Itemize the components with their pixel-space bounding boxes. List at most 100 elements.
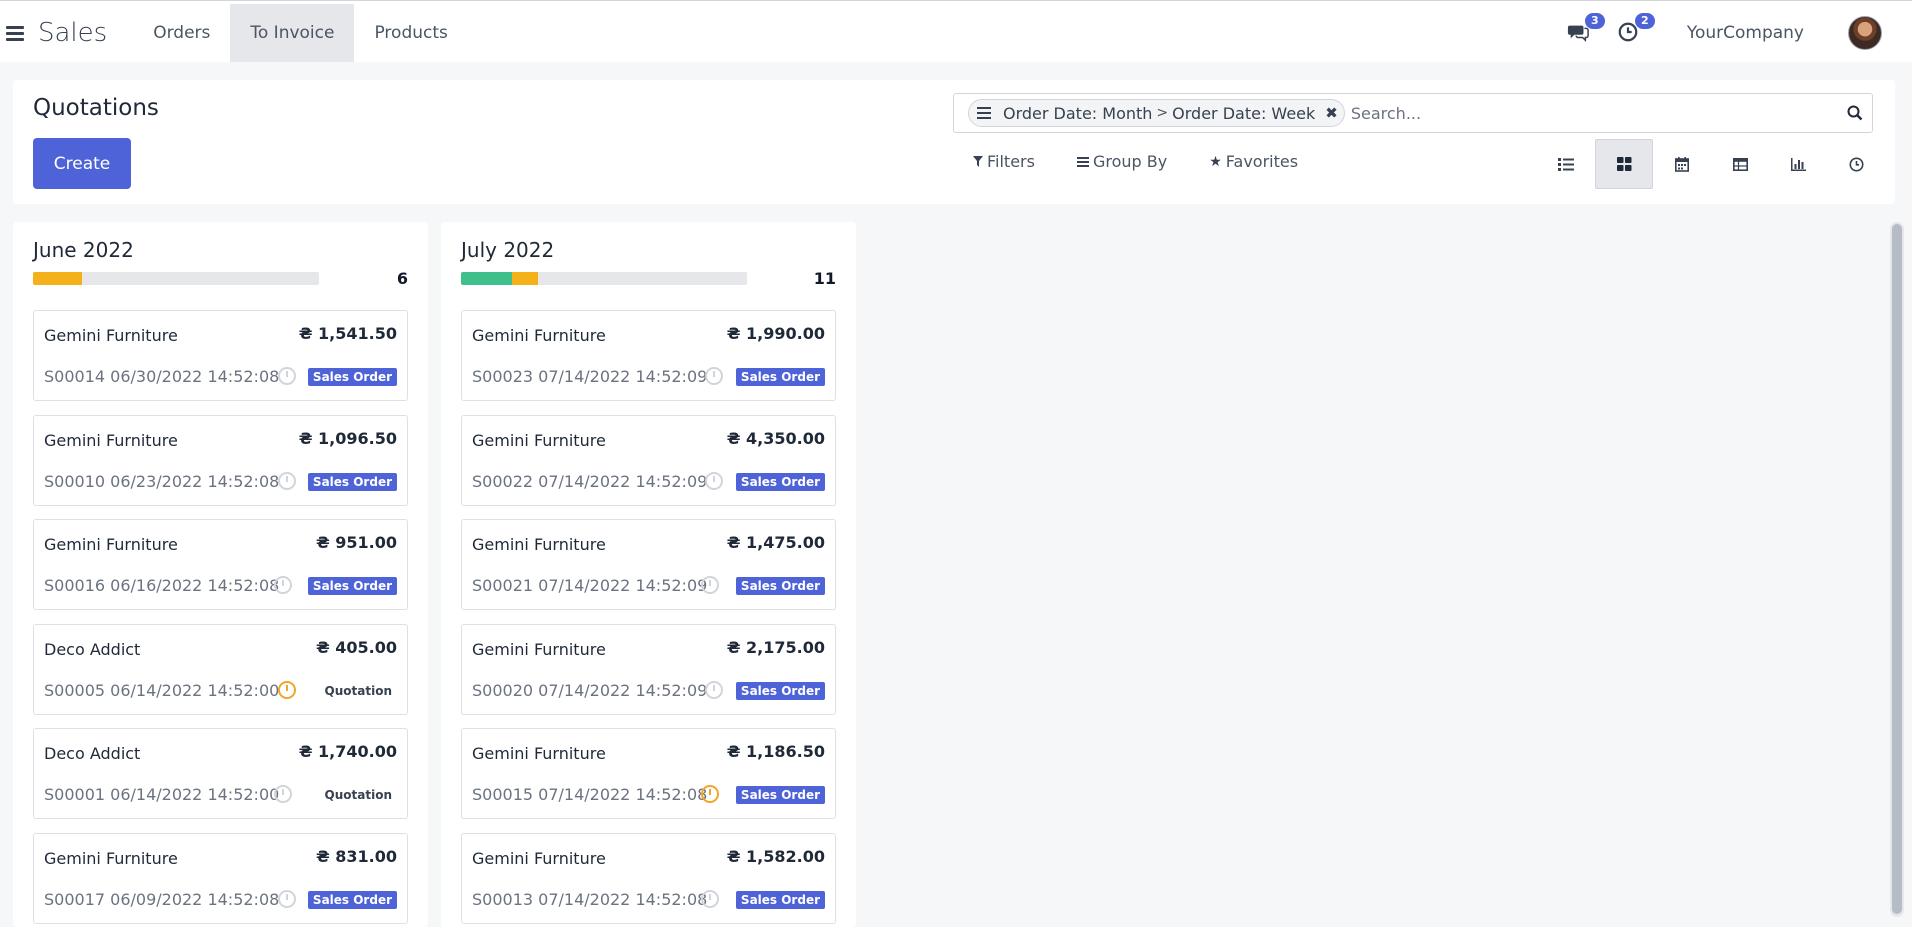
- group-by-button[interactable]: Group By: [1076, 152, 1168, 171]
- column-title[interactable]: June 2022: [33, 238, 134, 262]
- favorites-button[interactable]: ★ Favorites: [1209, 152, 1298, 171]
- card-reference: S00020 07/14/2022 14:52:09: [472, 681, 708, 700]
- activity-clock-icon[interactable]: [278, 367, 296, 385]
- activity-clock-icon[interactable]: [701, 576, 719, 594]
- kanban-card[interactable]: Gemini Furniture ₴ 1,186.50 S00015 07/14…: [461, 728, 836, 819]
- kanban-card[interactable]: Gemini Furniture ₴ 4,350.00 S00022 07/14…: [461, 415, 836, 506]
- card-reference: S00005 06/14/2022 14:52:00: [44, 681, 280, 700]
- kanban-card[interactable]: Deco Addict ₴ 405.00 S00005 06/14/2022 1…: [33, 624, 408, 715]
- calendar-view-icon: [1675, 156, 1689, 172]
- search-icon[interactable]: [1838, 96, 1872, 130]
- activity-view-icon: [1849, 157, 1863, 171]
- card-partner: Gemini Furniture: [44, 535, 178, 554]
- activity-clock-icon[interactable]: [701, 785, 719, 803]
- graph-view-button[interactable]: [1769, 139, 1827, 189]
- card-reference: S00023 07/14/2022 14:52:09: [472, 367, 708, 386]
- kanban-card[interactable]: Gemini Furniture ₴ 1,990.00 S00023 07/14…: [461, 310, 836, 401]
- search-input[interactable]: [1350, 103, 1838, 123]
- activity-clock-icon[interactable]: [705, 681, 723, 699]
- group-by-icon: [1076, 156, 1089, 167]
- progress-segment-green[interactable]: [461, 272, 513, 285]
- card-reference: S00016 06/16/2022 14:52:08: [44, 576, 280, 595]
- search-options: Filters Group By ★ Favorites: [973, 152, 1298, 171]
- list-view-icon: [1558, 157, 1574, 171]
- filter-icon: [973, 156, 983, 167]
- facet-remove-icon[interactable]: ✖: [1325, 104, 1338, 122]
- messages-button[interactable]: 3: [1567, 13, 1605, 45]
- activity-clock-icon[interactable]: [278, 681, 296, 699]
- activity-clock-icon[interactable]: [274, 576, 292, 594]
- kanban-card[interactable]: Gemini Furniture ₴ 1,541.50 S00014 06/30…: [33, 310, 408, 401]
- group-by-label: Group By: [1092, 152, 1168, 171]
- search-bar: Order Date: Month > Order Date: Week ✖: [953, 93, 1873, 133]
- card-amount: ₴ 1,990.00: [726, 324, 825, 343]
- kanban-card[interactable]: Gemini Furniture ₴ 2,175.00 S00020 07/14…: [461, 624, 836, 715]
- card-amount: ₴ 405.00: [315, 638, 397, 657]
- kanban-column-june: June 2022 6 Gemini Furniture ₴ 1,541.50 …: [13, 222, 428, 927]
- column-progressbar[interactable]: [461, 272, 747, 285]
- card-reference: S00014 06/30/2022 14:52:08: [44, 367, 280, 386]
- kanban-card[interactable]: Gemini Furniture ₴ 831.00 S00017 06/09/2…: [33, 833, 408, 924]
- activity-clock-icon[interactable]: [705, 367, 723, 385]
- card-amount: ₴ 1,582.00: [726, 847, 825, 866]
- column-count: 6: [396, 269, 408, 288]
- kanban-view-button[interactable]: [1595, 139, 1653, 189]
- column-count: 11: [813, 269, 836, 288]
- list-view-button[interactable]: [1537, 139, 1595, 189]
- groupby-facet-icon: [977, 107, 991, 119]
- card-partner: Gemini Furniture: [472, 535, 606, 554]
- activities-count-badge: 2: [1634, 13, 1655, 29]
- card-reference: S00022 07/14/2022 14:52:09: [472, 472, 708, 491]
- view-switcher: [1537, 139, 1885, 189]
- kanban-card[interactable]: Gemini Furniture ₴ 1,096.50 S00010 06/23…: [33, 415, 408, 506]
- card-reference: S00015 07/14/2022 14:52:08: [472, 785, 708, 804]
- user-avatar[interactable]: [1848, 16, 1882, 50]
- kanban-card[interactable]: Gemini Furniture ₴ 951.00 S00016 06/16/2…: [33, 519, 408, 610]
- menu-products[interactable]: Products: [354, 4, 467, 62]
- activities-button[interactable]: 2: [1617, 13, 1655, 45]
- activity-clock-icon[interactable]: [278, 890, 296, 908]
- activity-view-button[interactable]: [1827, 139, 1885, 189]
- filters-button[interactable]: Filters: [973, 152, 1035, 171]
- kanban-card[interactable]: Gemini Furniture ₴ 1,582.00 S00013 07/14…: [461, 833, 836, 924]
- card-partner: Gemini Furniture: [44, 849, 178, 868]
- card-reference: S00010 06/23/2022 14:52:08: [44, 472, 280, 491]
- apps-menu-icon[interactable]: [6, 23, 26, 43]
- card-amount: ₴ 2,175.00: [726, 638, 825, 657]
- calendar-view-button[interactable]: [1653, 139, 1711, 189]
- scrollbar-thumb[interactable]: [1892, 224, 1902, 914]
- card-partner: Gemini Furniture: [44, 431, 178, 450]
- status-badge: Sales Order: [735, 891, 825, 909]
- main-navbar: Sales Orders To Invoice Products 3 2 You…: [0, 4, 1912, 62]
- filters-label: Filters: [987, 152, 1035, 171]
- app-title[interactable]: Sales: [38, 18, 107, 48]
- status-badge: Quotation: [324, 684, 392, 698]
- card-partner: Gemini Furniture: [44, 326, 178, 345]
- activity-clock-icon[interactable]: [701, 890, 719, 908]
- card-partner: Deco Addict: [44, 640, 141, 659]
- create-button[interactable]: Create: [33, 138, 131, 189]
- kanban-card[interactable]: Gemini Furniture ₴ 1,475.00 S00021 07/14…: [461, 519, 836, 610]
- status-badge: Sales Order: [735, 682, 825, 700]
- company-switcher[interactable]: YourCompany: [1687, 23, 1804, 43]
- favorites-label: Favorites: [1225, 152, 1299, 171]
- menu-orders[interactable]: Orders: [133, 4, 230, 62]
- progress-segment-orange[interactable]: [33, 272, 82, 285]
- pivot-view-button[interactable]: [1711, 139, 1769, 189]
- card-amount: ₴ 4,350.00: [726, 429, 825, 448]
- activity-clock-icon[interactable]: [274, 785, 292, 803]
- status-badge: Sales Order: [307, 891, 397, 909]
- card-reference: S00001 06/14/2022 14:52:00: [44, 785, 280, 804]
- card-partner: Gemini Furniture: [472, 431, 606, 450]
- kanban-card[interactable]: Deco Addict ₴ 1,740.00 S00001 06/14/2022…: [33, 728, 408, 819]
- vertical-scrollbar[interactable]: [1890, 222, 1904, 917]
- progress-segment-orange[interactable]: [512, 272, 539, 285]
- card-partner: Gemini Furniture: [472, 744, 606, 763]
- activity-clock-icon[interactable]: [705, 472, 723, 490]
- menu-to-invoice[interactable]: To Invoice: [230, 4, 355, 62]
- activity-clock-icon[interactable]: [278, 472, 296, 490]
- status-badge: Sales Order: [735, 786, 825, 804]
- column-title[interactable]: July 2022: [461, 238, 554, 262]
- pivot-view-icon: [1732, 157, 1748, 171]
- column-progressbar[interactable]: [33, 272, 319, 285]
